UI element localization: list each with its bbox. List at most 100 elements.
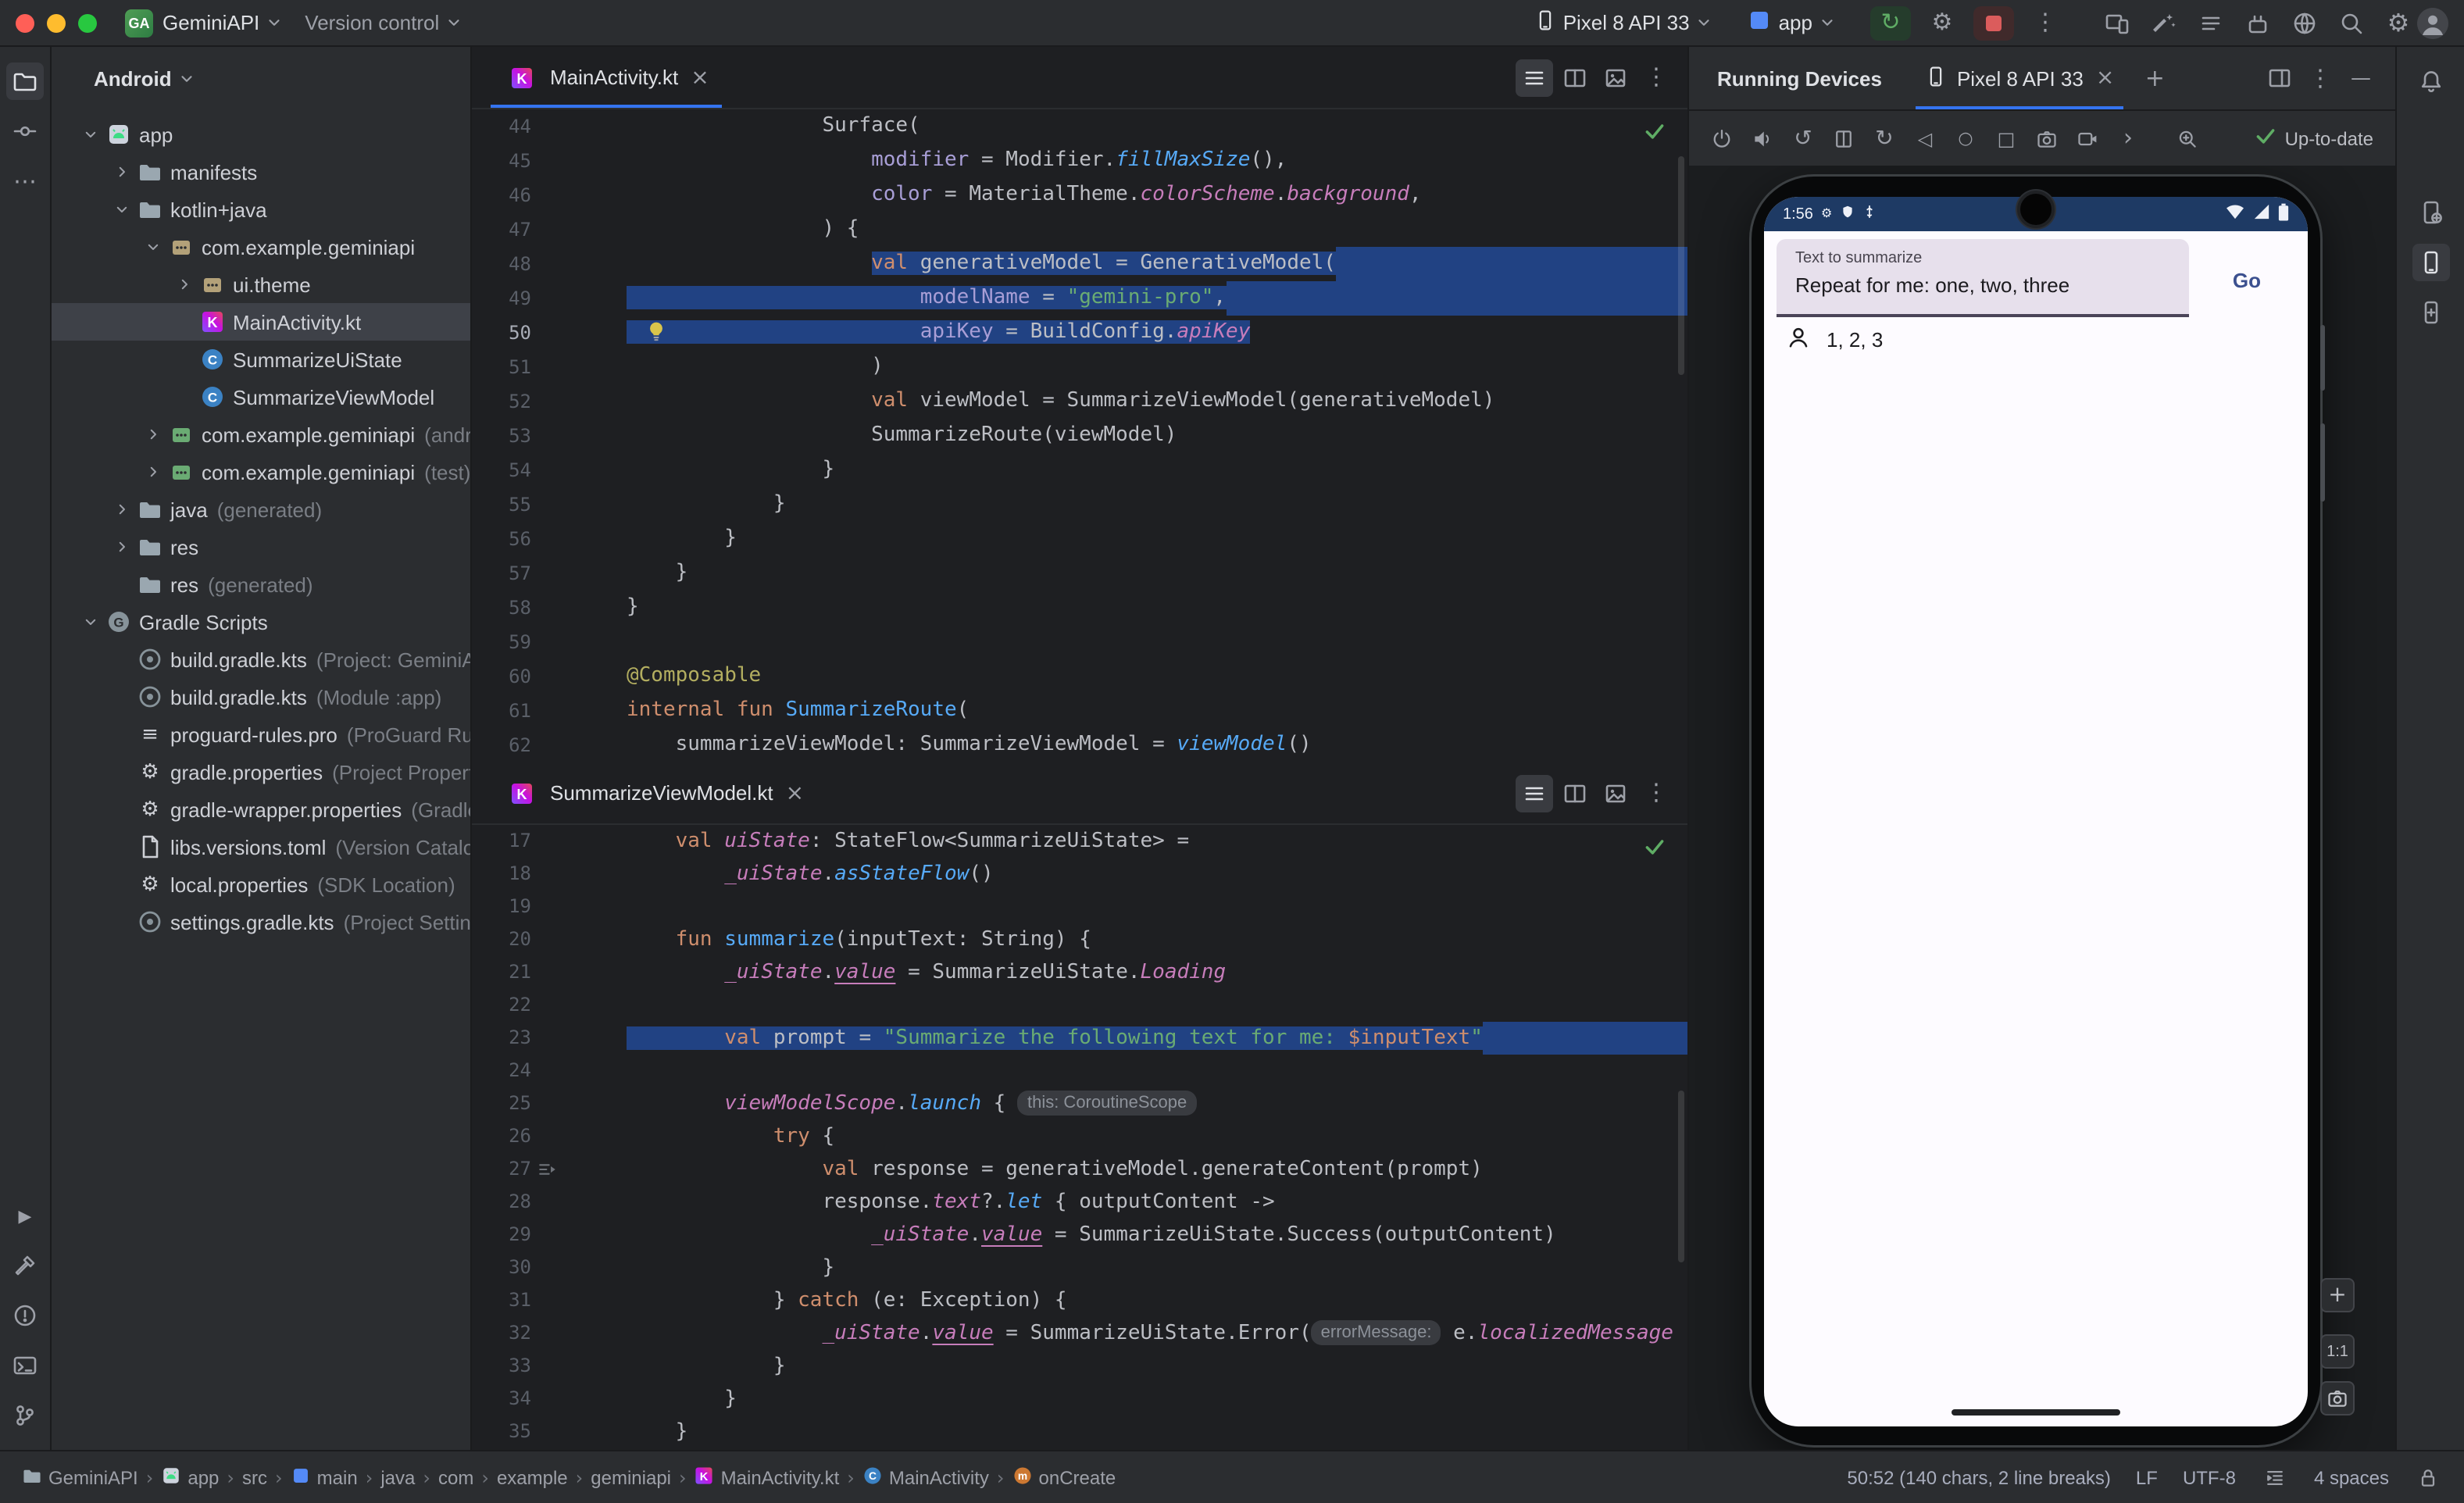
home-icon[interactable]: ○: [1948, 121, 1983, 155]
split-panel-icon[interactable]: [2261, 59, 2298, 97]
running-devices-icon[interactable]: [2412, 244, 2449, 281]
tree-item-gradle-properties[interactable]: ⚙gradle.properties(Project Properties): [52, 753, 470, 791]
tree-item-com-example-geminiapi[interactable]: com.example.geminiapi(androidTest): [52, 416, 470, 453]
go-button[interactable]: Go: [2233, 269, 2261, 292]
device-selector[interactable]: Pixel 8 API 33: [1535, 9, 1713, 36]
version-control-menu[interactable]: Version control: [305, 11, 462, 34]
rotate-left-icon[interactable]: ↺: [1786, 121, 1820, 155]
breadcrumb-item[interactable]: app: [161, 1465, 219, 1490]
stop-button[interactable]: [1973, 5, 2014, 40]
chevron-down-icon[interactable]: [139, 237, 167, 256]
breadcrumb-item[interactable]: src: [242, 1466, 267, 1488]
breadcrumb-item[interactable]: java: [380, 1466, 415, 1488]
tree-item-proguard-rules-pro[interactable]: ≡proguard-rules.pro(ProGuard Rules for "…: [52, 716, 470, 753]
profiler-globe-icon[interactable]: [2286, 4, 2323, 41]
tree-item-local-properties[interactable]: ⚙local.properties(SDK Location): [52, 866, 470, 903]
inspections-ok-icon[interactable]: [1644, 120, 1666, 148]
panel-options-icon[interactable]: ⋮: [2302, 59, 2339, 97]
zoom-reset-button[interactable]: 1:1: [2320, 1334, 2355, 1369]
minimize-window-button[interactable]: [47, 13, 66, 32]
ai-wand-icon[interactable]: [2145, 4, 2183, 41]
chevron-right-icon[interactable]: [108, 500, 136, 519]
run-configuration-selector[interactable]: app: [1748, 8, 1836, 37]
version-control-branch-icon[interactable]: [6, 1397, 44, 1434]
problems-icon[interactable]: [6, 1297, 44, 1334]
close-tab-icon[interactable]: ×: [691, 66, 709, 88]
inspections-ok-icon[interactable]: [1644, 836, 1666, 864]
split-vertical-icon[interactable]: [1556, 59, 1594, 96]
notifications-bell-icon[interactable]: [2412, 62, 2449, 100]
more-chevron-icon[interactable]: ›: [2111, 121, 2145, 155]
layout-list-icon[interactable]: [1516, 59, 1553, 96]
device-manager-icon[interactable]: [2412, 194, 2449, 231]
breadcrumb-item[interactable]: example: [497, 1466, 568, 1488]
preview-image-icon[interactable]: [1597, 59, 1634, 96]
zoom-to-fit-icon[interactable]: [2170, 121, 2205, 155]
breadcrumb-item[interactable]: com: [438, 1466, 473, 1488]
tree-item-summarizeuistate[interactable]: CSummarizeUiState: [52, 341, 470, 378]
tree-item-gradle-wrapper-properties[interactable]: ⚙gradle-wrapper.properties(Gradle Versio…: [52, 791, 470, 828]
breadcrumb-item[interactable]: GeminiAPI: [22, 1465, 138, 1490]
tree-item-build-gradle-kts[interactable]: build.gradle.kts(Module :app): [52, 678, 470, 716]
summarize-input-field[interactable]: Text to summarize Repeat for me: one, tw…: [1777, 239, 2189, 317]
line-separator[interactable]: LF: [2136, 1466, 2158, 1488]
zoom-in-button[interactable]: +: [2320, 1278, 2355, 1312]
tree-item-settings-gradle-kts[interactable]: settings.gradle.kts(Project Settings): [52, 903, 470, 941]
commit-icon[interactable]: [6, 112, 44, 150]
tree-item-java[interactable]: java(generated): [52, 491, 470, 528]
tree-item-libs-versions-toml[interactable]: libs.versions.toml(Version Catalog): [52, 828, 470, 866]
phone-screen[interactable]: 1:56 ⚙ Text to summarize Repeat for me: …: [1764, 197, 2308, 1426]
overview-icon[interactable]: □: [1989, 121, 2023, 155]
zoom-window-button[interactable]: [78, 13, 97, 32]
chevron-right-icon[interactable]: [139, 425, 167, 444]
plugins-icon[interactable]: [2239, 4, 2277, 41]
column-mode-icon[interactable]: [2261, 1463, 2289, 1491]
more-horizontal-icon[interactable]: ⋯: [6, 162, 44, 200]
kebab-icon[interactable]: ⋮: [1637, 774, 1675, 812]
user-avatar[interactable]: [2417, 7, 2448, 38]
tree-item-res[interactable]: res: [52, 528, 470, 566]
device-tab[interactable]: Pixel 8 API 33 ×: [1916, 47, 2123, 109]
search-icon[interactable]: [2333, 4, 2370, 41]
device-mirror-icon[interactable]: [2098, 4, 2136, 41]
emulator-display[interactable]: 1:56 ⚙ Text to summarize Repeat for me: …: [1689, 166, 2395, 1450]
settings-gear-icon[interactable]: ⚙: [2380, 4, 2417, 41]
editor-tab[interactable]: KSummarizeViewModel.kt×: [491, 762, 816, 823]
editor-bottom[interactable]: KSummarizeViewModel.kt× ⋮ 17 val uiState: …: [472, 762, 1687, 1450]
indent-setting[interactable]: 4 spaces: [2314, 1466, 2389, 1488]
rotate-right-icon[interactable]: ↻: [1867, 121, 1902, 155]
caret-position[interactable]: 50:52 (140 chars, 2 line breaks): [1847, 1466, 2111, 1488]
fold-icon[interactable]: [1827, 121, 1861, 155]
tree-item-kotlin-java[interactable]: kotlin+java: [52, 191, 470, 228]
preview-image-icon[interactable]: [1597, 774, 1634, 812]
screen-record-icon[interactable]: [2070, 121, 2105, 155]
lock-icon[interactable]: [2414, 1463, 2442, 1491]
project-folder-icon[interactable]: [6, 62, 44, 100]
project-view-selector[interactable]: Android: [52, 47, 470, 109]
chevron-right-icon[interactable]: [139, 462, 167, 481]
layout-list-icon[interactable]: [1516, 774, 1553, 812]
breadcrumb-item[interactable]: CMainActivity: [862, 1465, 989, 1490]
back-icon[interactable]: ◁: [1908, 121, 1942, 155]
breadcrumb-item[interactable]: KMainActivity.kt: [695, 1465, 840, 1490]
tree-item-build-gradle-kts[interactable]: build.gradle.kts(Project: GeminiAPI): [52, 641, 470, 678]
new-device-tab-icon[interactable]: +: [2136, 59, 2173, 97]
hide-panel-icon[interactable]: —: [2342, 59, 2380, 97]
editor-tab[interactable]: KMainActivity.kt×: [491, 47, 722, 108]
screenshot-camera-icon[interactable]: [2030, 121, 2064, 155]
chevron-down-icon[interactable]: [77, 612, 105, 631]
close-window-button[interactable]: [16, 13, 34, 32]
split-vertical-icon[interactable]: [1556, 774, 1594, 812]
editor-scrollbar[interactable]: [1678, 156, 1684, 375]
project-selector[interactable]: GeminiAPI: [162, 11, 283, 34]
close-tab-icon[interactable]: ×: [786, 782, 804, 804]
editor-scrollbar[interactable]: [1678, 1091, 1684, 1262]
more-options-icon[interactable]: ⋮: [2027, 4, 2064, 41]
code-editor[interactable]: 17 val uiState: StateFlow<SummarizeUiSta…: [472, 825, 1687, 1450]
chevron-down-icon[interactable]: [108, 200, 136, 219]
build-hammer-icon[interactable]: [6, 1247, 44, 1284]
run-icon[interactable]: ▶: [6, 1197, 44, 1234]
chevron-right-icon[interactable]: [108, 537, 136, 556]
breadcrumb-item[interactable]: geminiapi: [591, 1466, 671, 1488]
chevron-right-icon[interactable]: [108, 162, 136, 181]
